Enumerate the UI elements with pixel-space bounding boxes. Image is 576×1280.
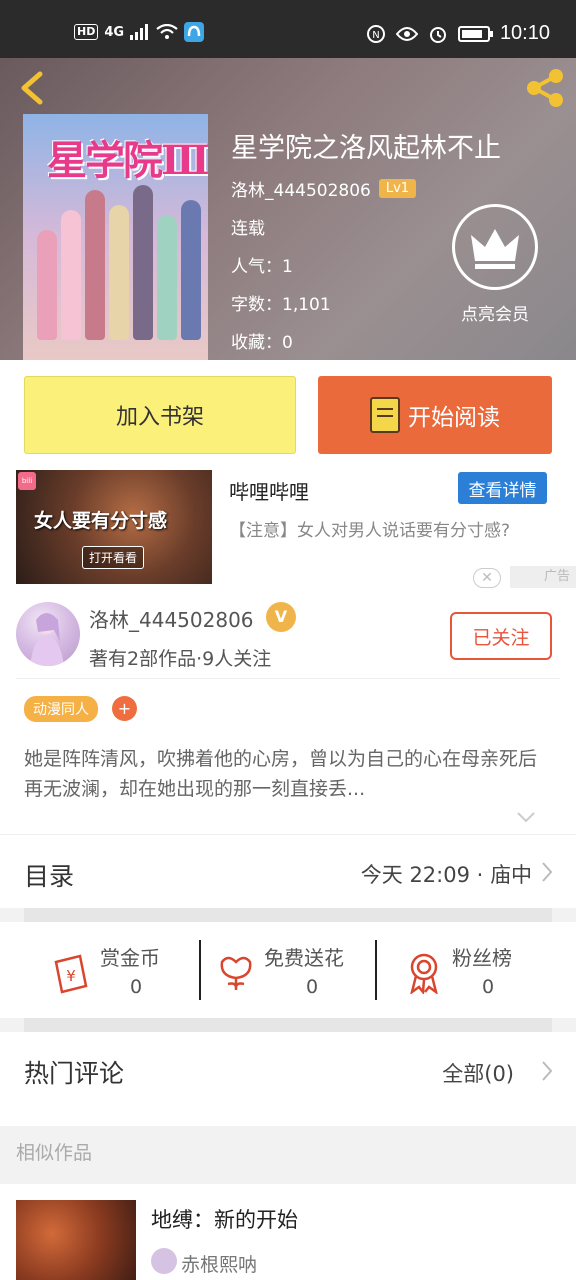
vip-button[interactable] <box>452 204 538 290</box>
svg-text:N: N <box>372 30 379 41</box>
status-left: HD 4G <box>74 22 205 42</box>
cover-figure <box>109 205 129 340</box>
stat-value: 0 <box>306 976 319 998</box>
ad-close-icon[interactable]: ✕ <box>473 568 501 588</box>
crown-icon <box>471 229 519 269</box>
ad-image[interactable]: bili 女人要有分寸感 打开看看 <box>16 470 212 584</box>
book-icon <box>370 397 400 433</box>
chevron-down-icon[interactable] <box>516 810 536 824</box>
book-status: 连载 <box>231 219 265 239</box>
similar-heading: 相似作品 <box>16 1142 93 1164</box>
cover-figure <box>61 210 81 340</box>
eye-icon <box>395 26 418 41</box>
flower-stat[interactable]: 免费送花 0 <box>218 942 368 1002</box>
cover-title: 星学院Ⅲ <box>47 137 208 184</box>
medal-icon <box>410 953 438 994</box>
start-read-button[interactable]: 开始阅读 <box>318 376 552 454</box>
comments-title: 热门评论 <box>24 1059 125 1088</box>
status-right: N 10:10 <box>366 22 550 45</box>
flower-icon <box>220 956 252 990</box>
ad-image-text: 女人要有分寸感 <box>34 510 168 532</box>
similar-cover[interactable] <box>16 1200 136 1280</box>
nfc-icon: N <box>366 24 385 43</box>
genre-tag[interactable]: 动漫同人 <box>24 696 98 722</box>
similar-item[interactable]: 地缚：新的开始 赤根熙呐 <box>0 1184 576 1280</box>
chevron-right-icon <box>542 1061 553 1081</box>
cover-figure <box>37 230 57 340</box>
author-card: 洛林_444502806 V 著有2部作品·9人关注 已关注 动漫同人 + 她是… <box>0 594 576 834</box>
stats-row: ¥ 赏金币 0 免费送花 0 粉丝榜 0 <box>0 922 576 1018</box>
ad-tag: 广告 <box>510 566 576 588</box>
reward-stat[interactable]: ¥ 赏金币 0 <box>50 942 180 1002</box>
book-popularity: 人气：1 <box>231 257 293 277</box>
start-read-label: 开始阅读 <box>408 405 500 431</box>
similar-title: 地缚：新的开始 <box>151 1208 298 1232</box>
chevron-right-icon <box>542 862 553 882</box>
book-header: 星学院Ⅲ 星学院之洛风起林不止 洛林_444502806 Lv1 连载 人气：1… <box>0 58 576 360</box>
book-title: 星学院之洛风起林不止 <box>231 133 501 164</box>
add-tag-button[interactable]: + <box>112 696 137 721</box>
follow-button[interactable]: 已关注 <box>450 612 552 660</box>
clock: 10:10 <box>499 22 550 44</box>
comments-all[interactable]: 全部(0) <box>442 1058 514 1088</box>
toc-latest: 今天 22:09 · 庙中 <box>360 863 532 887</box>
ad-banner[interactable]: bili 女人要有分寸感 打开看看 哔哩哔哩 查看详情 【注意】女人对男人说话要… <box>0 470 576 594</box>
author-works: 著有2部作品·9人关注 <box>89 648 272 670</box>
stat-label: 粉丝榜 <box>452 946 512 970</box>
battery-icon <box>457 25 493 42</box>
book-author-row: 洛林_444502806 Lv1 <box>231 176 417 201</box>
wifi-icon <box>156 24 178 39</box>
similar-author-avatar <box>151 1248 177 1274</box>
alarm-icon <box>429 26 446 43</box>
network-indicator: 4G <box>104 24 125 40</box>
cover-figure <box>157 215 177 340</box>
stat-value: 0 <box>482 976 495 998</box>
action-bar: 加入书架 开始阅读 <box>0 360 576 470</box>
back-icon[interactable] <box>14 68 54 108</box>
divider <box>16 678 560 679</box>
svg-text:¥: ¥ <box>66 967 76 985</box>
fans-stat[interactable]: 粉丝榜 0 <box>406 942 536 1002</box>
section-divider <box>24 908 552 922</box>
ad-description: 【注意】女人对男人说话要有分寸感? <box>229 521 511 541</box>
section-divider <box>24 1018 552 1032</box>
toc-row[interactable]: 目录 今天 22:09 · 庙中 <box>0 834 576 908</box>
stat-label: 赏金币 <box>100 946 160 970</box>
stat-separator <box>199 940 201 1000</box>
status-bar: HD 4G N 10:10 <box>0 0 576 58</box>
book-intro[interactable]: 她是阵阵清风，吹拂着他的心房，曾以为自己的心在母亲死后再无波澜，却在她出现的那一… <box>24 744 552 804</box>
toc-title: 目录 <box>24 862 75 891</box>
author-avatar[interactable] <box>16 602 80 666</box>
stat-separator <box>375 940 377 1000</box>
book-author[interactable]: 洛林_444502806 <box>231 176 371 201</box>
ad-detail-button[interactable]: 查看详情 <box>458 472 547 504</box>
verified-badge-icon: V <box>266 602 296 632</box>
level-badge: Lv1 <box>378 179 417 198</box>
hd-indicator: HD <box>74 24 99 40</box>
stat-label: 免费送花 <box>264 946 344 970</box>
avatar-figure <box>30 613 64 666</box>
ad-title: 哔哩哔哩 <box>229 480 309 504</box>
add-shelf-button[interactable]: 加入书架 <box>24 376 296 454</box>
cover-figure <box>85 190 105 340</box>
similar-author: 赤根熙呐 <box>181 1254 258 1276</box>
add-shelf-label: 加入书架 <box>115 405 204 430</box>
app-notification-icon <box>184 22 205 42</box>
share-icon[interactable] <box>524 68 566 108</box>
ad-image-button[interactable]: 打开看看 <box>82 546 145 569</box>
book-cover[interactable]: 星学院Ⅲ <box>23 114 208 360</box>
hot-comments-row[interactable]: 热门评论 全部(0) <box>0 1032 576 1126</box>
author-name[interactable]: 洛林_444502806 <box>89 604 254 633</box>
cover-figure <box>181 200 201 340</box>
signal-icon <box>130 24 149 40</box>
reward-coin-icon: ¥ <box>54 954 88 994</box>
cover-figure <box>133 185 153 340</box>
book-favorites: 收藏：0 <box>231 333 293 353</box>
vip-label[interactable]: 点亮会员 <box>450 300 540 325</box>
book-word-count: 字数：1,101 <box>231 295 331 315</box>
stat-value: 0 <box>130 976 143 998</box>
bilibili-logo-icon: bili <box>18 472 36 490</box>
